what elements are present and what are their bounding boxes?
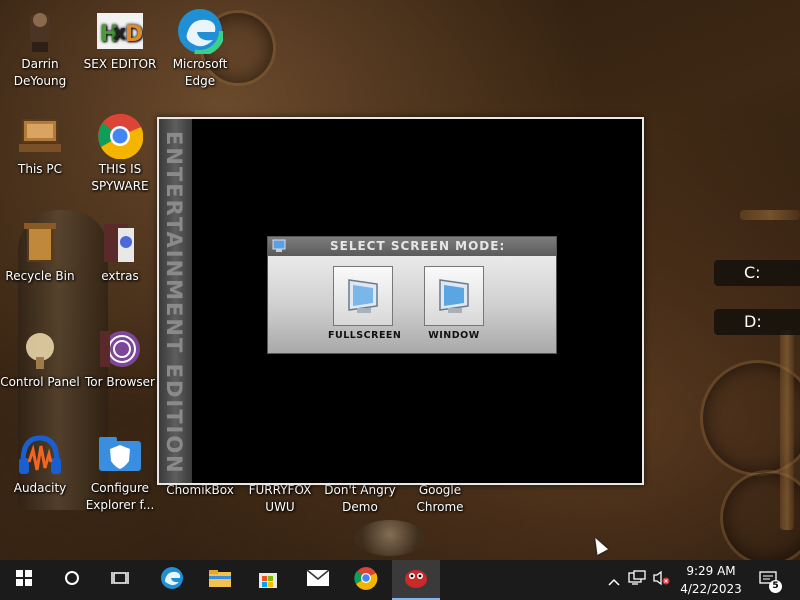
search-button[interactable] [48,560,96,600]
desktop-icon-label: Microsoft Edge [172,57,228,88]
taskbar-file-explorer[interactable] [196,560,244,600]
chevron-up-icon [608,571,620,590]
taskbar-edge[interactable] [148,560,196,600]
svg-text:D: D [125,22,143,47]
notification-count-badge: 5 [769,580,782,593]
edge-icon [177,8,223,54]
desktop-icon-control-panel[interactable]: Control Panel [0,326,80,391]
control-panel-icon [17,326,63,372]
store-bag-icon [257,567,279,593]
desktop-icon-tor[interactable]: Tor Browser [80,326,160,391]
volume-muted-icon [652,570,670,590]
edge-icon [160,566,184,594]
red-creature-icon [403,565,429,593]
app-sidebar: ENTERTAINMENT EDITION [159,119,192,483]
window-button[interactable]: WINDOW [419,266,489,341]
taskbar: 9:29 AM 4/22/2023 5 [0,560,800,600]
desktop-icon-spyware[interactable]: THIS IS SPYWARE [80,113,160,195]
desktop-icon-google-chrome[interactable]: Google Chrome [400,482,480,516]
window-label: WINDOW [428,330,480,341]
chrome-icon [354,566,378,594]
chrome-icon [97,113,143,159]
sidebar-edition-text: ENTERTAINMENT EDITION [162,131,186,475]
hxd-editor-icon: HxD [97,8,143,54]
desktop-icon-darrin[interactable]: Darrin DeYoung [0,8,80,90]
wallpaper-pipe [780,330,794,530]
computer-icon [17,113,63,159]
clock-time: 9:29 AM [686,564,736,578]
desktop-icon-hxd[interactable]: HxD SEX EDITOR [80,8,160,73]
taskbar-store[interactable] [244,560,292,600]
monitor-icon [424,266,484,326]
monitor-icon [272,239,286,253]
desktop-icon-furryfox[interactable]: FURRYFOX UWU [240,482,320,516]
wallpaper-pipe [740,210,800,220]
drive-d-widget[interactable]: D: [714,309,800,335]
desktop-icon-label: Control Panel [0,375,80,389]
shield-folder-icon [97,432,143,478]
task-view-button[interactable] [96,560,144,600]
action-center-button[interactable]: 5 [756,560,782,600]
taskbar-game-app[interactable] [392,560,440,600]
desktop-icon-label: Don't Angry Demo [324,483,396,514]
fullscreen-button[interactable]: FULLSCREEN [328,266,402,341]
taskbar-mail[interactable] [294,560,342,600]
drive-c-widget[interactable]: C: [714,260,800,286]
desktop-icon-label: This PC [18,162,62,176]
network-icon [628,570,646,590]
user-figure-icon [17,8,63,54]
desktop-icon-configure-explorer[interactable]: Configure Explorer f... [80,432,160,514]
tor-icon [97,326,143,372]
desktop-icon-label: Tor Browser [84,375,155,389]
desktop-icon-recycle-bin[interactable]: Recycle Bin [0,220,80,285]
audacity-icon [17,432,63,478]
screen-mode-dialog: SELECT SCREEN MODE: FULLSCREEN WINDOW [267,236,557,354]
mouse-cursor [589,535,609,555]
desktop-icon-label: Audacity [13,481,67,495]
fullscreen-label: FULLSCREEN [328,330,402,341]
desktop-icon-audacity[interactable]: Audacity [0,432,80,497]
task-view-icon [111,570,129,590]
desktop-icon-dont-angry-demo[interactable]: Don't Angry Demo [320,482,400,516]
folder-icon [208,568,232,592]
desktop-icon-label: THIS IS SPYWARE [91,162,149,193]
desktop-icon-label: extras [101,269,139,283]
desktop-icon-edge[interactable]: Microsoft Edge [160,8,240,90]
volume-button[interactable] [650,560,672,600]
recycle-bin-icon [17,220,63,266]
dialog-title-bar: SELECT SCREEN MODE: [268,237,556,256]
windows-logo-icon [16,570,32,590]
desktop-icon-label: Darrin DeYoung [13,57,67,88]
notification-icon: 5 [759,571,782,593]
app-window: ENTERTAINMENT EDITION SELECT SCREEN MODE… [157,117,644,485]
taskbar-clock[interactable]: 9:29 AM 4/22/2023 [672,562,750,598]
desktop-icon-label: FURRYFOX UWU [248,483,312,514]
show-hidden-icons-button[interactable] [604,560,624,600]
wallpaper-skull [355,520,425,556]
monitor-icon [333,266,393,326]
desktop-icon-label: Recycle Bin [5,269,75,283]
desktop-icon-label: Google Chrome [416,483,464,514]
taskbar-chrome[interactable] [342,560,390,600]
dialog-title: SELECT SCREEN MODE: [330,239,506,253]
start-button[interactable] [0,560,48,600]
desktop-icon-label: SEX EDITOR [83,57,157,71]
desktop-icon-extras[interactable]: extras [80,220,160,285]
clock-date: 4/22/2023 [680,582,742,596]
network-button[interactable] [626,560,648,600]
search-circle-icon [64,570,80,590]
desktop-icon-this-pc[interactable]: This PC [0,113,80,178]
desktop-icon-label: Configure Explorer f... [85,481,155,512]
mail-icon [306,569,330,591]
folder-icon [97,220,143,266]
